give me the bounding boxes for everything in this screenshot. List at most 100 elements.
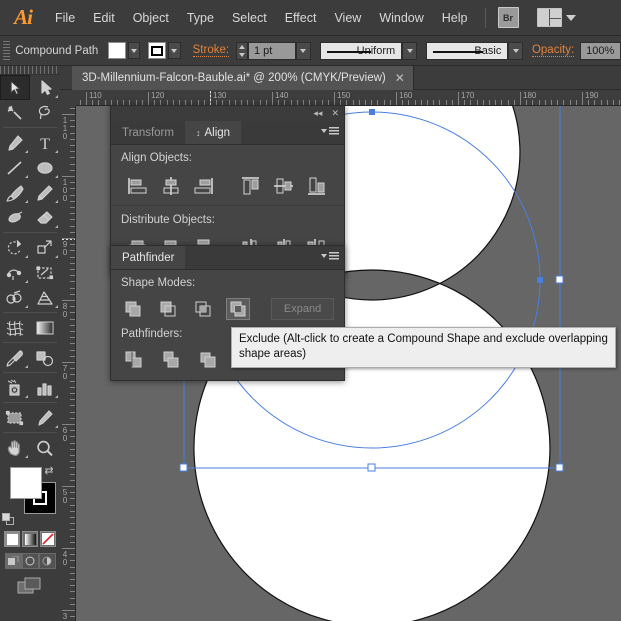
menu-file[interactable]: File <box>46 0 84 36</box>
close-icon[interactable]: ✕ <box>395 72 405 84</box>
tab-pathfinder[interactable]: Pathfinder <box>111 246 185 269</box>
workspace-chevron-down-icon[interactable] <box>566 15 576 21</box>
draw-normal-icon[interactable] <box>5 553 22 569</box>
menu-help[interactable]: Help <box>433 0 477 36</box>
none-swatch-icon[interactable] <box>40 531 56 547</box>
fill-color-box[interactable] <box>10 467 42 499</box>
align-panel-menu-icon[interactable] <box>321 127 339 135</box>
tool-flyout-indicator <box>25 255 28 258</box>
mesh-tool[interactable] <box>0 315 30 340</box>
stroke-weight-stepper[interactable] <box>236 42 248 60</box>
magic-wand-tool[interactable] <box>0 100 30 125</box>
bridge-button[interactable]: Br <box>498 7 519 28</box>
shape-builder-tool[interactable] <box>0 285 30 310</box>
ruler-tick-label: 160 <box>399 92 412 100</box>
align-top-icon[interactable] <box>235 173 268 199</box>
scale-tool[interactable] <box>30 235 60 260</box>
fill-swatch-chevron-down-icon[interactable] <box>128 42 141 59</box>
divide-icon[interactable] <box>121 349 147 371</box>
ellipse-tool[interactable] <box>30 155 60 180</box>
free-transform-tool[interactable] <box>30 260 60 285</box>
blob-brush-tool[interactable] <box>0 205 30 230</box>
menu-type[interactable]: Type <box>178 0 223 36</box>
workspace-switcher-icon[interactable] <box>537 8 562 27</box>
default-fill-stroke-icon[interactable] <box>2 513 15 526</box>
align-vertical-center-icon[interactable] <box>268 173 301 199</box>
minus-front-icon[interactable] <box>156 298 180 320</box>
tool-flyout-indicator <box>25 175 28 178</box>
brush-definition-chevron-down-icon[interactable] <box>508 42 523 60</box>
tools-panel-grip[interactable] <box>0 66 60 75</box>
align-left-icon[interactable] <box>121 173 154 199</box>
column-graph-tool[interactable] <box>30 375 60 400</box>
expand-button[interactable]: Expand <box>271 298 334 320</box>
stroke-weight-chevron-down-icon[interactable] <box>296 42 311 60</box>
symbol-sprayer-tool[interactable] <box>0 375 30 400</box>
trim-icon[interactable] <box>158 349 184 371</box>
horizontal-ruler[interactable]: 110120130140150160170180190 <box>60 90 621 106</box>
pencil-tool[interactable] <box>30 180 60 205</box>
lasso-tool[interactable] <box>30 100 60 125</box>
rotate-tool[interactable] <box>0 235 30 260</box>
brush-definition-field[interactable]: Basic <box>426 42 509 60</box>
color-swatch-icon[interactable] <box>4 531 20 547</box>
fill-color-swatch[interactable] <box>108 42 125 59</box>
eyedropper-tool[interactable] <box>0 345 30 370</box>
align-right-icon[interactable] <box>187 173 220 199</box>
align-bottom-icon[interactable] <box>301 173 334 199</box>
width-tool[interactable] <box>0 260 30 285</box>
zoom-tool[interactable] <box>30 435 60 460</box>
menu-edit[interactable]: Edit <box>84 0 124 36</box>
shape-modes-buttons: Expand <box>121 298 334 320</box>
draw-inside-icon[interactable] <box>39 553 56 569</box>
gradient-tool[interactable] <box>30 315 60 340</box>
pathfinder-panel-menu-icon[interactable] <box>321 252 339 260</box>
menu-select[interactable]: Select <box>223 0 276 36</box>
paintbrush-tool[interactable] <box>0 180 30 205</box>
vertical-ruler[interactable]: 11010090807060504030 <box>60 106 76 621</box>
menu-object[interactable]: Object <box>124 0 178 36</box>
tab-transform[interactable]: Transform <box>111 121 185 144</box>
stroke-color-swatch[interactable] <box>148 42 165 59</box>
tools-panel: T ⇄ <box>0 66 60 621</box>
stroke-weight-field[interactable]: 1 pt <box>248 42 296 60</box>
stroke-label[interactable]: Stroke: <box>193 44 229 57</box>
control-bar-grip[interactable] <box>3 41 10 61</box>
stroke-profile-chevron-down-icon[interactable] <box>402 42 417 60</box>
tab-align-label: Align <box>204 127 230 139</box>
opacity-label[interactable]: Opacity: <box>532 44 574 57</box>
tool-flyout-indicator <box>55 175 58 178</box>
opacity-field[interactable]: 100% <box>580 42 621 60</box>
menu-view[interactable]: View <box>325 0 370 36</box>
blend-tool[interactable] <box>30 345 60 370</box>
menu-window[interactable]: Window <box>370 0 432 36</box>
type-tool[interactable]: T <box>30 130 60 155</box>
direct-selection-tool[interactable] <box>30 75 60 100</box>
align-panel-titlebar[interactable]: ◂◂ ✕ <box>111 106 344 121</box>
selection-tool[interactable] <box>0 75 30 100</box>
swap-fill-stroke-icon[interactable]: ⇄ <box>42 464 56 478</box>
draw-behind-icon[interactable] <box>22 553 39 569</box>
merge-icon[interactable] <box>195 349 221 371</box>
artboard-tool[interactable] <box>0 405 30 430</box>
hand-tool[interactable] <box>0 435 30 460</box>
slice-tool[interactable] <box>30 405 60 430</box>
pen-tool[interactable] <box>0 130 30 155</box>
ruler-corner[interactable] <box>60 90 76 106</box>
intersect-icon[interactable] <box>191 298 215 320</box>
menu-effect[interactable]: Effect <box>276 0 326 36</box>
collapse-icon[interactable]: ◂◂ <box>313 109 322 118</box>
unite-icon[interactable] <box>121 298 145 320</box>
stroke-swatch-chevron-down-icon[interactable] <box>168 42 181 59</box>
stroke-profile-field[interactable]: Uniform <box>320 42 403 60</box>
document-tab[interactable]: 3D-Millennium-Falcon-Bauble.ai* @ 200% (… <box>72 66 414 90</box>
gradient-swatch-icon[interactable] <box>22 531 38 547</box>
eraser-tool[interactable] <box>30 205 60 230</box>
screen-mode-button[interactable] <box>0 577 60 597</box>
perspective-grid-tool[interactable] <box>30 285 60 310</box>
align-horizontal-center-icon[interactable] <box>154 173 187 199</box>
line-segment-tool[interactable] <box>0 155 30 180</box>
exclude-icon[interactable] <box>226 298 250 320</box>
tab-align[interactable]: ↕ Align <box>185 121 241 144</box>
close-icon[interactable]: ✕ <box>331 109 339 118</box>
